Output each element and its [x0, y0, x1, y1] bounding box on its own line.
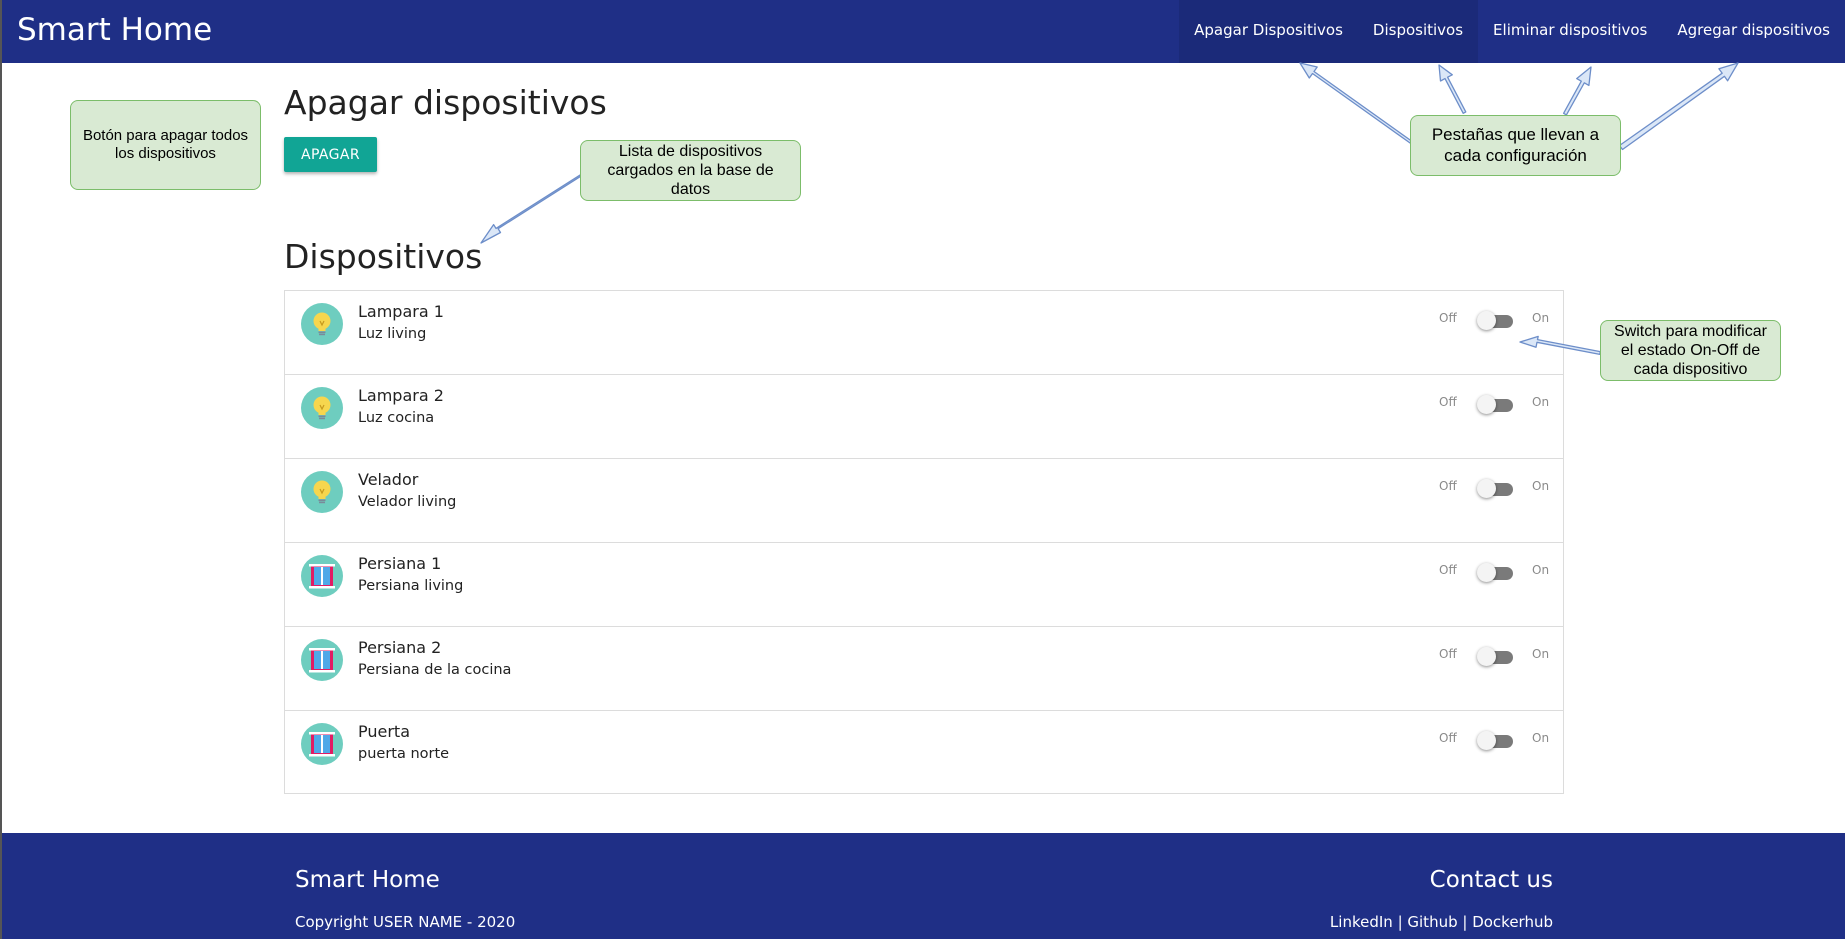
- device-list-item-1: Lampara 1 Luz living Off On: [285, 291, 1563, 375]
- lightbulb-icon: [301, 471, 343, 513]
- device-list-item-6: Puerta puerta norte Off On: [285, 711, 1563, 795]
- footer-link-dockerhub[interactable]: Dockerhub: [1472, 913, 1553, 931]
- device-list-item-3: Velador Velador living Off On: [285, 459, 1563, 543]
- footer-link-linkedin[interactable]: LinkedIn: [1330, 913, 1393, 931]
- device-name: Velador: [358, 470, 419, 489]
- lightbulb-icon: [301, 303, 343, 345]
- arrow-to-tab-eliminar: [1562, 66, 1592, 116]
- arrow-to-tab-dispositivos: [1438, 64, 1467, 114]
- dispositivos-section-title: Dispositivos: [284, 237, 483, 276]
- window-blind-icon: [301, 639, 343, 681]
- switch-thumb[interactable]: [1477, 731, 1496, 750]
- footer-link-separator: |: [1457, 913, 1473, 931]
- device-toggle-switch[interactable]: [1477, 646, 1513, 666]
- switch-thumb[interactable]: [1477, 479, 1496, 498]
- footer-contact-title: Contact us: [1429, 867, 1553, 893]
- window-blind-icon: [301, 555, 343, 597]
- switch-off-label: Off: [1439, 563, 1457, 577]
- footer-links: LinkedIn | Github | Dockerhub: [1330, 913, 1553, 931]
- device-toggle-switch[interactable]: [1477, 562, 1513, 582]
- switch-on-label: On: [1532, 563, 1550, 577]
- callout-tabs-note: Pestañas que llevan a cada configuración: [1410, 115, 1621, 176]
- window-blind-icon: [301, 723, 343, 765]
- device-toggle-switch[interactable]: [1477, 730, 1513, 750]
- device-description: puerta norte: [358, 746, 450, 762]
- device-name: Persiana 2: [358, 638, 442, 657]
- switch-off-label: Off: [1439, 731, 1457, 745]
- device-list-item-5: Persiana 2 Persiana de la cocina Off On: [285, 627, 1563, 711]
- switch-off-label: Off: [1439, 479, 1457, 493]
- switch-thumb[interactable]: [1477, 395, 1496, 414]
- callout-list-note: Lista de dispositivos cargados en la bas…: [580, 140, 801, 201]
- tab-apagar-dispositivos[interactable]: Apagar Dispositivos: [1179, 0, 1358, 63]
- nav-tabs: Apagar Dispositivos Dispositivos Elimina…: [1179, 0, 1845, 63]
- tab-dispositivos[interactable]: Dispositivos: [1357, 0, 1479, 63]
- switch-on-label: On: [1532, 311, 1550, 325]
- callout-apagar-note: Botón para apagar todos los dispositivos: [70, 100, 261, 190]
- device-description: Persiana living: [358, 578, 464, 594]
- device-description: Persiana de la cocina: [358, 662, 512, 678]
- switch-on-label: On: [1532, 479, 1550, 493]
- tab-eliminar-dispositivos[interactable]: Eliminar dispositivos: [1478, 0, 1662, 63]
- switch-off-label: Off: [1439, 311, 1457, 325]
- device-description: Luz cocina: [358, 410, 435, 426]
- tab-agregar-dispositivos[interactable]: Agregar dispositivos: [1662, 0, 1845, 63]
- window-left-edge: [0, 0, 2, 939]
- device-toggle-switch[interactable]: [1477, 478, 1513, 498]
- switch-off-label: Off: [1439, 395, 1457, 409]
- device-name: Lampara 2: [358, 386, 444, 405]
- switch-thumb[interactable]: [1477, 647, 1496, 666]
- device-list: Lampara 1 Luz living Off On Lampara 2 Lu…: [284, 290, 1564, 794]
- device-list-item-4: Persiana 1 Persiana living Off On: [285, 543, 1563, 627]
- switch-on-label: On: [1532, 731, 1550, 745]
- device-description: Luz living: [358, 326, 427, 342]
- device-name: Lampara 1: [358, 302, 444, 321]
- arrow-to-tab-apagar: [1299, 62, 1416, 147]
- switch-thumb[interactable]: [1477, 563, 1496, 582]
- switch-on-label: On: [1532, 647, 1550, 661]
- navbar-brand[interactable]: Smart Home: [17, 12, 212, 48]
- device-name: Puerta: [358, 722, 411, 741]
- device-name: Persiana 1: [358, 554, 442, 573]
- apagar-button[interactable]: APAGAR: [284, 137, 378, 172]
- arrow-to-tab-agregar: [1618, 62, 1739, 151]
- lightbulb-icon: [301, 387, 343, 429]
- device-list-item-2: Lampara 2 Luz cocina Off On: [285, 375, 1563, 459]
- device-description: Velador living: [358, 494, 457, 510]
- arrow-to-list-title: [480, 173, 585, 244]
- top-navbar: Smart Home Apagar Dispositivos Dispositi…: [0, 0, 1845, 63]
- switch-on-label: On: [1532, 395, 1550, 409]
- footer-brand: Smart Home: [295, 867, 440, 893]
- footer-link-separator: |: [1392, 913, 1408, 931]
- switch-off-label: Off: [1439, 647, 1457, 661]
- footer-copyright: Copyright USER NAME - 2020: [295, 913, 516, 931]
- switch-thumb[interactable]: [1477, 311, 1496, 330]
- page-footer: Smart Home Copyright USER NAME - 2020 Co…: [0, 833, 1845, 939]
- device-toggle-switch[interactable]: [1477, 310, 1513, 330]
- device-toggle-switch[interactable]: [1477, 394, 1513, 414]
- apagar-section-title: Apagar dispositivos: [284, 83, 607, 122]
- callout-switch-note: Switch para modificar el estado On-Off d…: [1600, 320, 1781, 381]
- footer-link-github[interactable]: Github: [1407, 913, 1457, 931]
